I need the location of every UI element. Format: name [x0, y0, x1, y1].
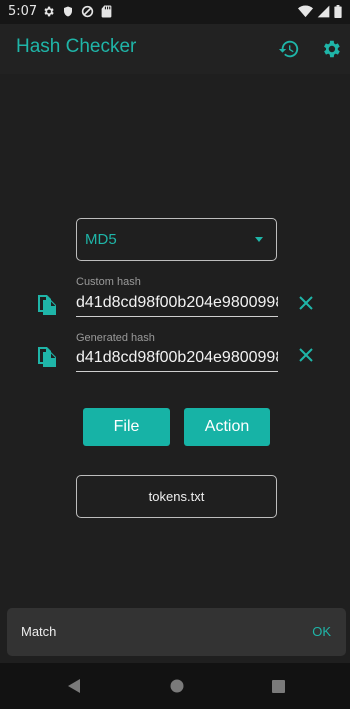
- sd-card-icon: [101, 5, 112, 18]
- dropdown-arrow-icon: [255, 237, 263, 242]
- app-title: Hash Checker: [16, 36, 137, 57]
- status-icons-left: [42, 5, 112, 18]
- selected-file-box[interactable]: tokens.txt: [76, 475, 277, 518]
- clear-generated-hash-button[interactable]: [296, 345, 316, 365]
- snackbar: Match OK: [7, 608, 346, 656]
- wifi-icon: [298, 5, 313, 18]
- copy-generated-hash-button[interactable]: [34, 344, 58, 368]
- do-not-disturb-icon: [81, 5, 94, 18]
- copy-icon: [38, 347, 56, 367]
- close-icon: [299, 296, 313, 310]
- settings-button[interactable]: [317, 35, 345, 63]
- home-button[interactable]: [167, 676, 187, 696]
- generated-hash-input[interactable]: d41d8cd98f00b204e9800998ecf8427e: [76, 348, 278, 372]
- custom-hash-input[interactable]: d41d8cd98f00b204e9800998ecf8427e: [76, 293, 278, 317]
- shield-status-icon: [62, 5, 74, 18]
- back-icon: [68, 679, 80, 693]
- navigation-bar: [0, 663, 350, 709]
- gear-icon: [324, 40, 340, 58]
- battery-icon: [334, 5, 342, 18]
- history-button[interactable]: [275, 35, 303, 63]
- recents-button[interactable]: [268, 676, 288, 696]
- status-icons-right: [298, 5, 342, 18]
- copy-icon: [38, 295, 56, 315]
- snackbar-ok-button[interactable]: OK: [312, 624, 331, 639]
- file-button[interactable]: File: [83, 408, 170, 446]
- status-time: 5:07: [8, 4, 38, 19]
- close-icon: [299, 348, 313, 362]
- algorithm-dropdown[interactable]: MD5: [76, 218, 277, 261]
- signal-icon: [317, 5, 330, 18]
- history-icon: [278, 40, 299, 58]
- snackbar-message: Match: [21, 624, 57, 639]
- copy-custom-hash-button[interactable]: [34, 292, 58, 316]
- algorithm-selected: MD5: [85, 231, 117, 248]
- recents-icon: [271, 679, 285, 693]
- settings-status-icon: [42, 5, 55, 18]
- generated-hash-label: Generated hash: [76, 332, 155, 344]
- back-button[interactable]: [64, 676, 84, 696]
- app-bar: Hash Checker: [0, 24, 350, 74]
- custom-hash-label: Custom hash: [76, 276, 141, 288]
- status-bar: 5:07: [0, 0, 350, 24]
- clear-custom-hash-button[interactable]: [296, 293, 316, 313]
- action-button[interactable]: Action: [184, 408, 270, 446]
- home-icon: [170, 679, 184, 693]
